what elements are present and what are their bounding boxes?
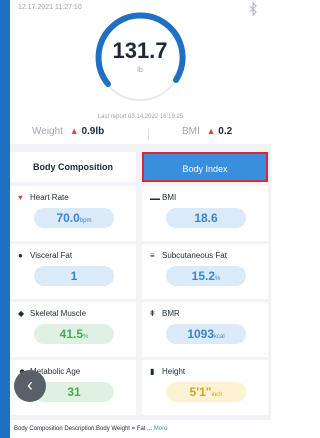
metric-unit: kcal [214, 334, 225, 340]
bmi-icon: ▬▬ [150, 196, 160, 202]
metric-value: 31 [67, 385, 81, 399]
metric-label: Skeletal Muscle [30, 309, 87, 318]
metric-value-pill: 15.2% [166, 266, 246, 286]
back-button[interactable]: ‹ [14, 370, 46, 402]
app-screen: 12.17.2021 11:27:10 131.7 lb Last report… [10, 0, 271, 438]
visceral-fat-icon: ● [18, 251, 23, 260]
flame-icon: ǂ [150, 309, 155, 318]
weight-change-label: Weight [32, 126, 63, 137]
last-report-text: Last report 03.14.2022 16:19:25 [97, 114, 184, 120]
metric-value-pill: 18.6 [166, 208, 246, 228]
metric-card-skeletal-muscle[interactable]: ◆ Skeletal Muscle 41.5% [10, 302, 136, 357]
bmi-change-label: BMI [182, 126, 200, 137]
tab-body-index[interactable]: Body Index [142, 152, 268, 182]
change-divider [148, 128, 149, 140]
weight-value: 131.7 [112, 38, 168, 63]
metric-value-pill: 1093kcal [166, 324, 246, 344]
metric-label: Subcutaneous Fat [162, 251, 227, 260]
more-link[interactable]: More [154, 426, 168, 432]
metric-card-height[interactable]: ▮ Height 5'1"inch [142, 360, 268, 415]
up-arrow-icon: ▲ [206, 126, 216, 136]
metric-label: Visceral Fat [30, 251, 73, 260]
tab-bar: Body Composition Body Index [10, 152, 271, 182]
metric-value-pill: 1 [34, 266, 114, 286]
metric-label: BMR [162, 309, 180, 318]
measurement-timestamp: 12.17.2021 11:27:10 [18, 4, 82, 11]
metric-unit: bpm [79, 218, 92, 224]
metric-value: 1 [70, 269, 78, 283]
subcutaneous-fat-icon: ≡ [150, 251, 155, 260]
metric-value-pill: 70.0bpm [34, 208, 114, 228]
metric-card-bmi[interactable]: ▬▬ BMI 18.6 [142, 186, 268, 241]
bluetooth-icon[interactable] [247, 2, 259, 16]
metric-unit: % [215, 276, 221, 282]
chevron-left-icon: ‹ [27, 375, 33, 395]
muscle-icon: ◆ [18, 309, 25, 318]
metric-unit: % [83, 334, 89, 340]
weight-unit: lb [137, 67, 143, 74]
description-text: Body Composition Description:Body Weight… [14, 426, 153, 432]
metric-value-pill: 5'1"inch [166, 382, 246, 402]
metric-value-pill: 31 [34, 382, 114, 402]
description-footer: Body Composition Description:Body Weight… [10, 420, 271, 438]
metric-card-heart-rate[interactable]: ♥ Heart Rate 70.0bpm [10, 186, 136, 241]
metric-value: 5'1" [189, 385, 212, 399]
ruler-icon: ▮ [150, 367, 155, 376]
metric-label: BMI [162, 193, 177, 202]
weight-change-value: 0.9lb [81, 126, 105, 137]
metric-value: 70.0 [56, 211, 80, 225]
up-arrow-icon: ▲ [69, 126, 79, 136]
tab-body-composition[interactable]: Body Composition [10, 152, 136, 182]
metric-value: 1093 [187, 327, 215, 341]
metric-value: 18.6 [194, 211, 218, 225]
weight-change: Weight ▲ 0.9lb [32, 126, 104, 137]
bmi-change: BMI ▲ 0.2 [182, 126, 232, 137]
metric-card-visceral-fat[interactable]: ● Visceral Fat 1 [10, 244, 136, 299]
metric-label: Height [162, 367, 186, 376]
metric-card-bmr[interactable]: ǂ BMR 1093kcal [142, 302, 268, 357]
weight-header-card: 12.17.2021 11:27:10 131.7 lb Last report… [10, 0, 271, 140]
metric-value: 41.5 [59, 327, 83, 341]
left-edge-strip [0, 0, 10, 438]
bmi-change-value: 0.2 [218, 126, 233, 137]
metric-card-subcutaneous-fat[interactable]: ≡ Subcutaneous Fat 15.2% [142, 244, 268, 299]
change-row: Weight ▲ 0.9lb BMI ▲ 0.2 [10, 124, 271, 144]
metric-unit: inch [211, 392, 223, 398]
metric-value-pill: 41.5% [34, 324, 114, 344]
heart-icon: ♥ [18, 193, 23, 202]
metric-value: 15.2 [191, 269, 215, 283]
metric-label: Heart Rate [30, 193, 69, 202]
